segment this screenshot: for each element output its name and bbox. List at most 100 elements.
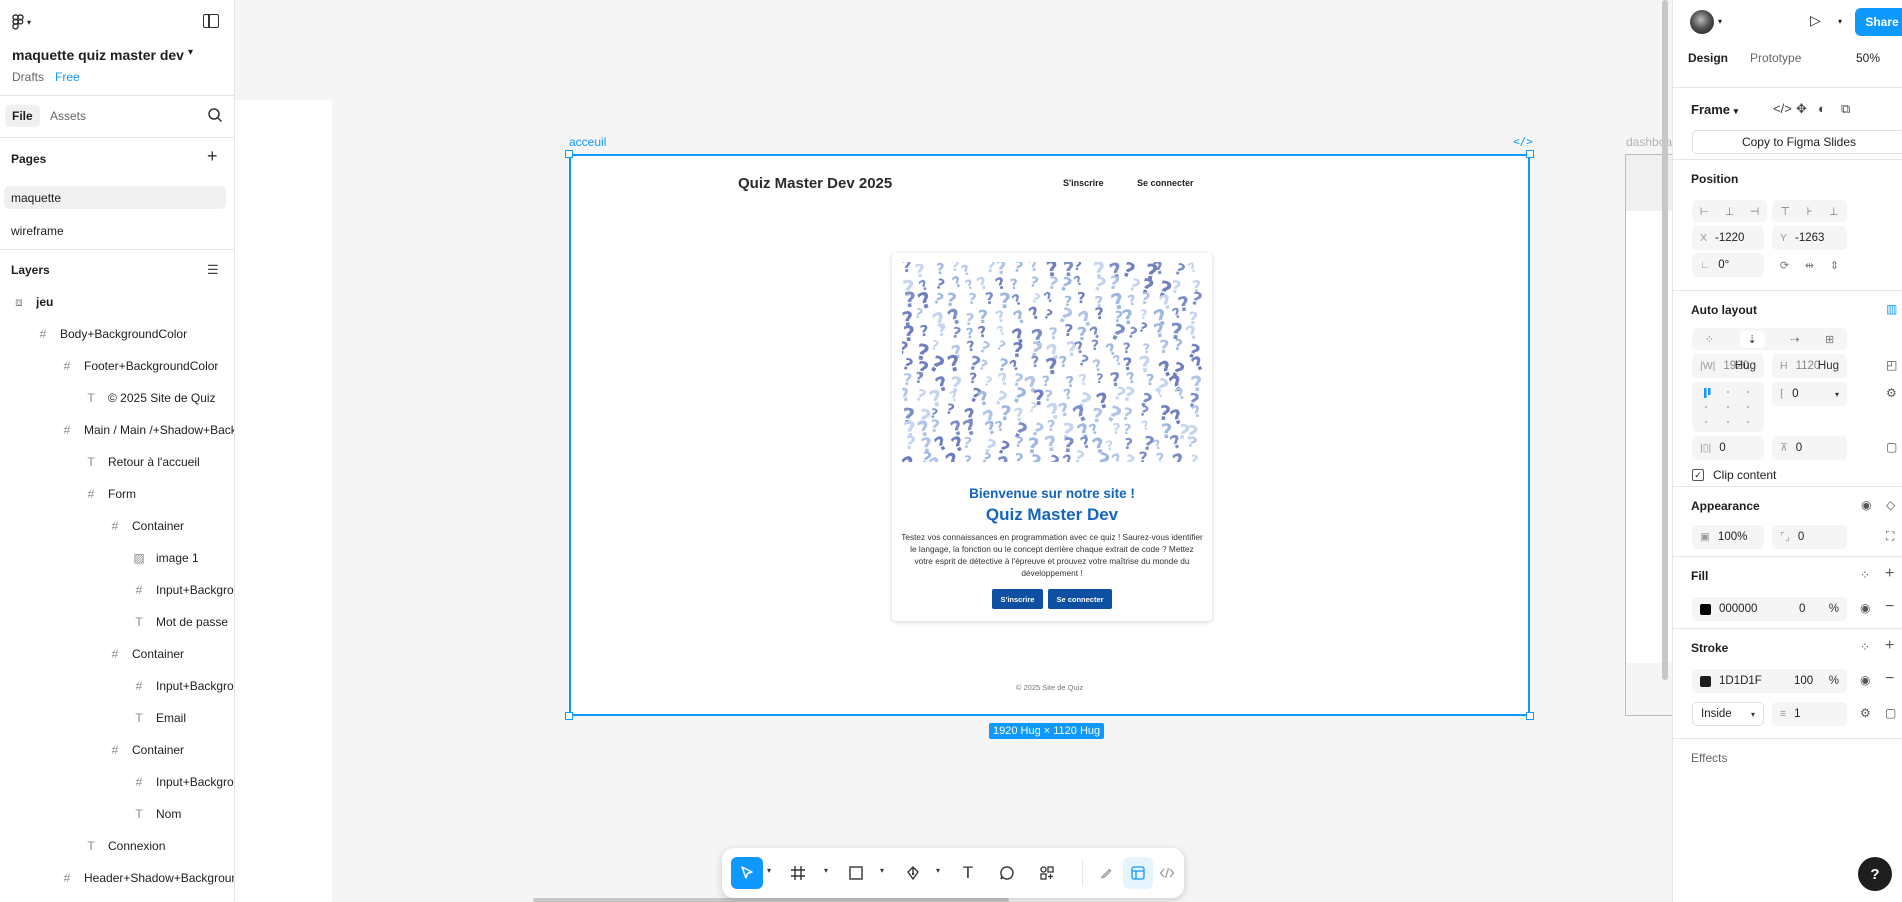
layer-row[interactable]: # Input+Background: [0, 574, 234, 606]
resize-handle-tl[interactable]: [565, 150, 573, 158]
resize-handle-bl[interactable]: [565, 712, 573, 720]
layer-row[interactable]: T © 2025 Site de Quiz: [0, 382, 234, 414]
tab-assets[interactable]: Assets: [50, 109, 86, 123]
layer-row[interactable]: T Connexion: [0, 830, 234, 862]
padding-vertical-input[interactable]: ⊼ 0: [1772, 436, 1847, 460]
styles-grid-icon[interactable]: ⁘: [1860, 568, 1870, 582]
stroke-swatch[interactable]: [1700, 675, 1711, 687]
blend-mode-icon[interactable]: ◇: [1886, 498, 1895, 512]
padding-settings-icon[interactable]: ▢: [1886, 440, 1897, 454]
chevron-down-icon[interactable]: ▾: [1838, 17, 1842, 26]
login-button[interactable]: Se connecter: [1048, 589, 1112, 609]
resize-handle-tr[interactable]: [1526, 150, 1534, 158]
drafts-link[interactable]: Drafts: [12, 70, 44, 84]
nav-signup-link[interactable]: S'inscrire: [1063, 178, 1104, 188]
clip-content-checkbox[interactable]: ✓: [1692, 469, 1704, 481]
actions-tool-button[interactable]: [1033, 857, 1061, 889]
corner-radius-input[interactable]: ⌜⌟ 0: [1772, 525, 1847, 549]
layer-row[interactable]: # Container: [0, 638, 234, 670]
nav-login-link[interactable]: Se connecter: [1137, 178, 1194, 188]
chevron-down-icon[interactable]: ▾: [767, 866, 771, 875]
component-icon[interactable]: ✥: [1796, 101, 1807, 117]
transform-group[interactable]: ⟳ ⇹ ⇕: [1772, 254, 1847, 276]
tab-design[interactable]: Design: [1688, 51, 1728, 65]
horizontal-scrollbar[interactable]: [533, 898, 1009, 902]
y-input[interactable]: Y -1263: [1772, 226, 1847, 250]
chevron-down-icon[interactable]: ▾: [188, 47, 193, 58]
vertical-scrollbar[interactable]: [1662, 0, 1668, 680]
chevron-down-icon[interactable]: ▾: [1718, 17, 1722, 26]
resize-icon[interactable]: ◰: [1886, 358, 1897, 372]
stroke-sides-icon[interactable]: ▢: [1885, 706, 1896, 720]
layer-row[interactable]: # Main / Main /+Shadow+BackgroundColor: [0, 414, 234, 446]
layer-row[interactable]: T Nom: [0, 798, 234, 830]
search-icon[interactable]: [207, 107, 223, 123]
resize-handle-br[interactable]: [1526, 712, 1534, 720]
page-item-wireframe[interactable]: wireframe: [4, 219, 226, 242]
present-play-icon[interactable]: ▷: [1810, 12, 1821, 29]
layer-row[interactable]: ⧈ jeu: [0, 286, 234, 318]
chevron-down-icon[interactable]: ▾: [824, 866, 828, 875]
opacity-input[interactable]: ▣ 100%: [1692, 525, 1764, 549]
share-button[interactable]: Share: [1855, 8, 1902, 36]
fill-color-input[interactable]: 000000 0 %: [1692, 597, 1847, 621]
pen-tool-button[interactable]: [899, 857, 927, 889]
eye-icon[interactable]: ◉: [1860, 601, 1870, 615]
shape-tool-button[interactable]: [842, 857, 870, 889]
fill-swatch[interactable]: [1700, 603, 1711, 615]
remove-stroke-icon[interactable]: −: [1885, 670, 1894, 688]
file-title[interactable]: maquette quiz master dev: [12, 47, 184, 63]
layout-settings-icon[interactable]: ⚙: [1886, 386, 1897, 400]
add-page-icon[interactable]: +: [207, 146, 218, 167]
stroke-weight-input[interactable]: ≡ 1: [1772, 702, 1847, 726]
tab-prototype[interactable]: Prototype: [1750, 51, 1801, 65]
width-input[interactable]: |W| 1920 Hug: [1692, 354, 1764, 378]
layer-row[interactable]: # Body+BackgroundColor: [0, 318, 234, 350]
gap-input[interactable]: ⁅ 0 ▾: [1772, 382, 1847, 406]
chevron-down-icon[interactable]: ▾: [936, 866, 940, 875]
frame-tool-button[interactable]: [784, 857, 812, 889]
x-input[interactable]: X -1220: [1692, 226, 1764, 250]
height-input[interactable]: H 1120 Hug: [1772, 354, 1847, 378]
avatar[interactable]: [1690, 10, 1714, 34]
stroke-color-input[interactable]: 1D1D1F 100 %: [1692, 669, 1847, 693]
draw-mode-button[interactable]: [1092, 857, 1120, 889]
dev-mode-button[interactable]: [1155, 857, 1179, 889]
horizontal-align-group[interactable]: ⊢ ⊥ ⊣: [1692, 200, 1767, 222]
code-icon[interactable]: </>: [1513, 135, 1533, 148]
layer-row[interactable]: # Footer+BackgroundColor: [0, 350, 234, 382]
tab-file[interactable]: File: [5, 105, 40, 127]
copy-to-slides-button[interactable]: Copy to Figma Slides: [1692, 130, 1902, 154]
zoom-level[interactable]: 50%: [1856, 51, 1880, 65]
corner-settings-icon[interactable]: ⛶: [1886, 529, 1894, 544]
stroke-settings-icon[interactable]: ⚙: [1860, 706, 1871, 720]
main-menu-button[interactable]: ▾: [12, 14, 31, 30]
layer-row[interactable]: ▨ image 1: [0, 542, 234, 574]
layer-row[interactable]: # Container: [0, 734, 234, 766]
text-tool-button[interactable]: T: [954, 857, 982, 889]
code-icon[interactable]: </>: [1773, 101, 1792, 116]
remove-fill-icon[interactable]: −: [1885, 598, 1894, 616]
frame-label[interactable]: acceuil: [569, 135, 606, 149]
comment-tool-button[interactable]: [993, 857, 1021, 889]
eye-icon[interactable]: ◉: [1861, 498, 1871, 512]
layer-row[interactable]: # Container: [0, 510, 234, 542]
add-fill-icon[interactable]: +: [1885, 565, 1894, 583]
layers-list-icon[interactable]: ☰: [207, 262, 219, 278]
styles-grid-icon[interactable]: ⁘: [1860, 640, 1870, 654]
left-frame-partial[interactable]: [235, 100, 332, 902]
chevron-down-icon[interactable]: ▾: [880, 866, 884, 875]
frame-type-dropdown[interactable]: Frame ▾: [1691, 102, 1738, 117]
layer-row[interactable]: T Mot de passe: [0, 606, 234, 638]
eye-icon[interactable]: ◉: [1860, 673, 1870, 687]
canvas[interactable]: acceuil </> dashboard Quiz Master Dev 20…: [235, 0, 1672, 902]
boolean-icon[interactable]: ⧉: [1841, 101, 1850, 117]
auto-layout-icon[interactable]: ▥: [1886, 302, 1897, 316]
vertical-align-group[interactable]: ⊤ ⊦ ⊥: [1772, 200, 1847, 222]
signup-button[interactable]: S'inscrire: [992, 589, 1043, 609]
rotation-input[interactable]: ∟ 0°: [1692, 253, 1764, 277]
mask-icon[interactable]: ◐: [1818, 101, 1826, 116]
page-item-maquette[interactable]: maquette: [4, 186, 226, 209]
plan-badge[interactable]: Free: [55, 70, 80, 84]
layout-direction-group[interactable]: ⁘ ⇣ ⇢ ⊞: [1692, 328, 1847, 350]
